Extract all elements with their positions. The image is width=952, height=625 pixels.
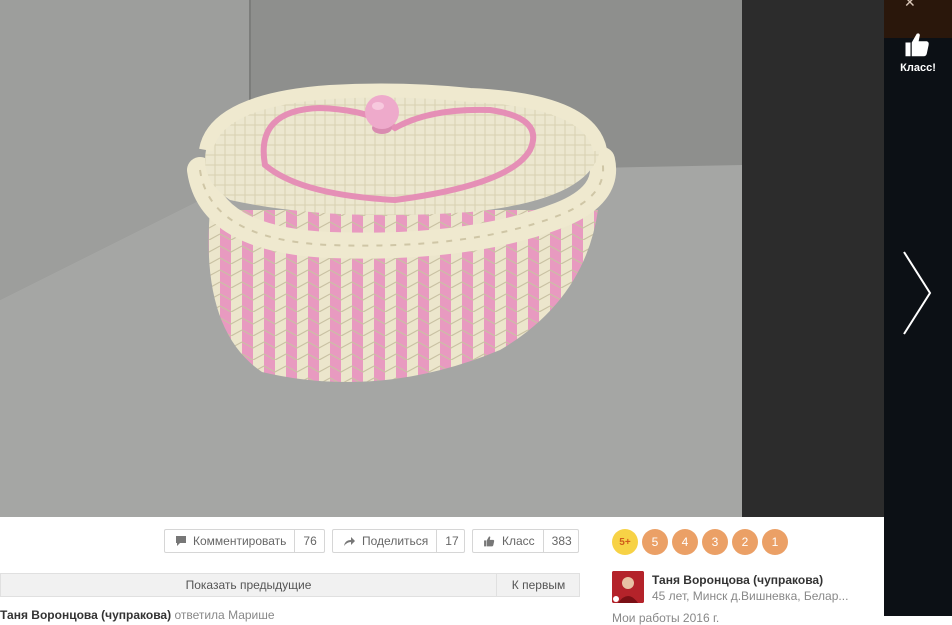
author-info: 45 лет, Минск д.Вишневка, Белар... — [652, 589, 849, 603]
album-title[interactable]: Мои работы 2016 г. — [612, 611, 719, 625]
rating-bar: 5+ 5 4 3 2 1 — [612, 529, 788, 555]
photo-viewer — [0, 0, 884, 517]
rating-3[interactable]: 3 — [702, 529, 728, 555]
rating-1[interactable]: 1 — [762, 529, 788, 555]
close-icon[interactable]: ✕ — [904, 0, 916, 11]
side-panel: ✕ Класс! — [884, 0, 952, 616]
comment-preview: Таня Воронцова (чупракова) ответила Мари… — [0, 608, 275, 622]
rating-4[interactable]: 4 — [672, 529, 698, 555]
class-count: 383 — [542, 530, 580, 552]
comments-nav-bar: Показать предыдущие К первым — [0, 573, 580, 597]
rating-5plus[interactable]: 5+ — [612, 529, 638, 555]
comment-label: Комментировать — [193, 534, 287, 548]
photo-backdrop — [742, 0, 884, 517]
author-card: Таня Воронцова (чупракова) 45 лет, Минск… — [612, 571, 874, 625]
speech-bubble-icon — [175, 534, 187, 548]
thumbs-up-icon — [483, 534, 496, 548]
comment-button[interactable]: Комментировать 76 — [164, 529, 325, 553]
class-button[interactable]: Класс 383 — [472, 529, 579, 553]
photo-footer: Комментировать 76 Поделиться 17 Класс 38… — [0, 517, 884, 625]
rating-5[interactable]: 5 — [642, 529, 668, 555]
share-arrow-icon — [343, 534, 356, 548]
rating-2[interactable]: 2 — [732, 529, 758, 555]
thumbs-up-icon — [905, 33, 929, 57]
photo[interactable] — [0, 0, 742, 517]
show-previous-button[interactable]: Показать предыдущие — [1, 574, 496, 596]
like-button[interactable]: Класс! — [884, 30, 952, 74]
basket-photo-image — [0, 0, 742, 517]
author-name[interactable]: Таня Воронцова (чупракова) — [652, 573, 823, 587]
like-label: Класс! — [900, 62, 936, 74]
class-label: Класс — [502, 534, 535, 548]
avatar[interactable] — [612, 571, 644, 603]
comment-count: 76 — [294, 530, 324, 552]
share-label: Поделиться — [362, 534, 429, 548]
chevron-right-icon — [903, 251, 932, 335]
share-count: 17 — [436, 530, 466, 552]
comment-action: ответила Марише — [174, 608, 275, 622]
comment-author[interactable]: Таня Воронцова (чупракова) — [0, 608, 171, 622]
next-photo-button[interactable] — [898, 248, 938, 338]
to-first-button[interactable]: К первым — [496, 574, 580, 596]
share-button[interactable]: Поделиться 17 — [332, 529, 465, 553]
